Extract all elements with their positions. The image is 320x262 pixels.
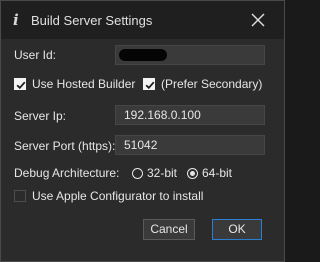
checkmark-icon bbox=[145, 81, 155, 90]
radio-64-bit[interactable] bbox=[187, 168, 198, 179]
debug-architecture-label: Debug Architecture: bbox=[14, 166, 120, 180]
server-port-field[interactable] bbox=[115, 135, 265, 155]
dialog-title: Build Server Settings bbox=[31, 13, 153, 28]
checkmark-icon bbox=[16, 81, 26, 90]
use-hosted-builder-label[interactable]: Use Hosted Builder bbox=[32, 77, 135, 91]
close-icon[interactable] bbox=[248, 10, 268, 30]
redacted-user-id bbox=[119, 49, 167, 61]
use-hosted-builder-checkbox[interactable] bbox=[14, 78, 26, 90]
server-ip-label: Server Ip: bbox=[14, 109, 67, 123]
prefer-secondary-label[interactable]: (Prefer Secondary) bbox=[161, 77, 262, 91]
user-id-label: User Id: bbox=[14, 48, 57, 62]
radio-32-bit-label[interactable]: 32-bit bbox=[147, 166, 177, 180]
build-server-settings-dialog: i Build Server Settings User Id: Use Hos… bbox=[0, 0, 285, 262]
server-ip-field[interactable] bbox=[115, 105, 265, 125]
ok-button[interactable]: OK bbox=[212, 219, 262, 240]
use-apple-configurator-label[interactable]: Use Apple Configurator to install bbox=[32, 189, 203, 203]
use-apple-configurator-checkbox[interactable] bbox=[14, 190, 26, 202]
server-port-label: Server Port (https): bbox=[14, 139, 116, 153]
radio-32-bit[interactable] bbox=[132, 168, 143, 179]
prefer-secondary-checkbox[interactable] bbox=[143, 78, 155, 90]
radio-64-bit-label[interactable]: 64-bit bbox=[202, 166, 232, 180]
info-icon: i bbox=[13, 11, 19, 29]
cancel-button[interactable]: Cancel bbox=[143, 219, 195, 240]
title-bar[interactable]: i Build Server Settings bbox=[1, 1, 284, 39]
